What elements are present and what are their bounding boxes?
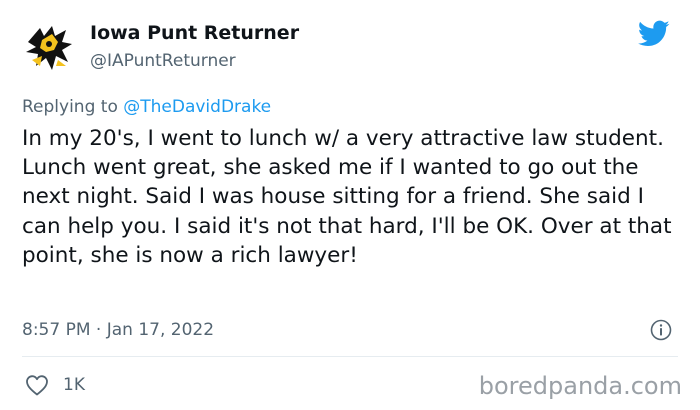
replying-to: Replying to @TheDavidDrake <box>22 97 271 117</box>
watermark: boredpanda.com <box>478 372 682 400</box>
reply-mention-link[interactable]: @TheDavidDrake <box>123 97 271 117</box>
avatar[interactable] <box>22 22 76 76</box>
info-icon[interactable] <box>650 319 672 341</box>
tweet-text: In my 20's, I went to lunch w/ a very at… <box>22 126 672 268</box>
display-name[interactable]: Iowa Punt Returner <box>90 22 299 44</box>
divider <box>22 356 678 357</box>
user-handle[interactable]: @IAPuntReturner <box>90 51 236 71</box>
hawkeye-logo <box>26 26 72 70</box>
like-count[interactable]: 1K <box>63 375 85 395</box>
replying-prefix: Replying to <box>22 97 124 117</box>
twitter-bird-icon[interactable] <box>638 20 670 48</box>
tweet-timestamp[interactable]: 8:57 PM · Jan 17, 2022 <box>22 320 214 340</box>
heart-icon[interactable] <box>25 374 49 396</box>
